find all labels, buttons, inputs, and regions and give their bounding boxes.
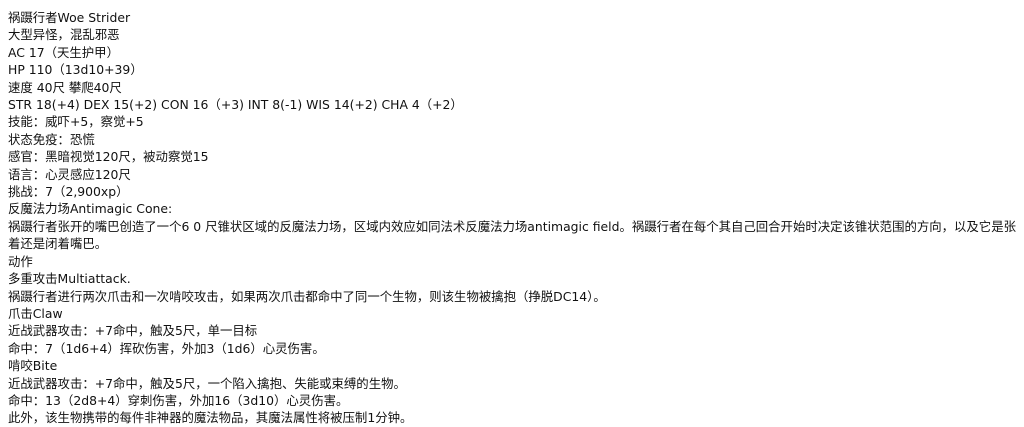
ability-scores: STR 18(+4) DEX 15(+2) CON 16（+3) INT 8(-… bbox=[8, 97, 463, 113]
action-title-claw: 爪击Claw bbox=[8, 305, 63, 321]
hit-points: HP 110（13d10+39） bbox=[8, 62, 143, 78]
action-text-claw-hit: 命中：7（1d6+4）挥砍伤害，外加3（1d6）心灵伤害。 bbox=[8, 340, 325, 356]
actions-heading: 动作 bbox=[8, 253, 33, 269]
trait-description: 祸蹑行者张开的嘴巴创造了一个6 0 尺锥状区域的反魔法力场，区域内效应如同法术反… bbox=[8, 218, 1016, 252]
statblock-document: 祸蹑行者Woe Strider 大型异怪，混乱邪恶 AC 17（天生护甲） HP… bbox=[0, 0, 1020, 427]
senses: 感官：黑暗视觉120尺，被动察觉15 bbox=[8, 149, 209, 165]
action-title-multiattack: 多重攻击Multiattack. bbox=[8, 271, 131, 287]
creature-type: 大型异怪，混乱邪恶 bbox=[8, 27, 120, 43]
speed: 速度 40尺 攀爬40尺 bbox=[8, 79, 122, 95]
action-title-bite: 啃咬Bite bbox=[8, 358, 58, 374]
creature-name: 祸蹑行者Woe Strider bbox=[8, 10, 131, 25]
action-text-claw-attack: 近战武器攻击：+7命中，触及5尺，单一目标 bbox=[8, 323, 258, 339]
action-text-bite-attack: 近战武器攻击：+7命中，触及5尺，一个陷入擒抱、失能或束缚的生物。 bbox=[8, 375, 406, 391]
armor-class: AC 17（天生护甲） bbox=[8, 44, 119, 60]
skills: 技能：威吓+5，察觉+5 bbox=[8, 114, 144, 130]
condition-immunities: 状态免疫：恐慌 bbox=[8, 131, 95, 147]
action-text-multiattack: 祸蹑行者进行两次爪击和一次啃咬攻击，如果两次爪击都命中了同一个生物，则该生物被擒… bbox=[8, 288, 606, 304]
languages: 语言：心灵感应120尺 bbox=[8, 166, 131, 182]
action-text-bite-hit: 命中：13（2d8+4）穿刺伤害，外加16（3d10）心灵伤害。 bbox=[8, 392, 349, 408]
challenge-rating: 挑战：7（2,900xp） bbox=[8, 184, 129, 200]
trait-title: 反魔法力场Antimagic Cone: bbox=[8, 201, 173, 217]
